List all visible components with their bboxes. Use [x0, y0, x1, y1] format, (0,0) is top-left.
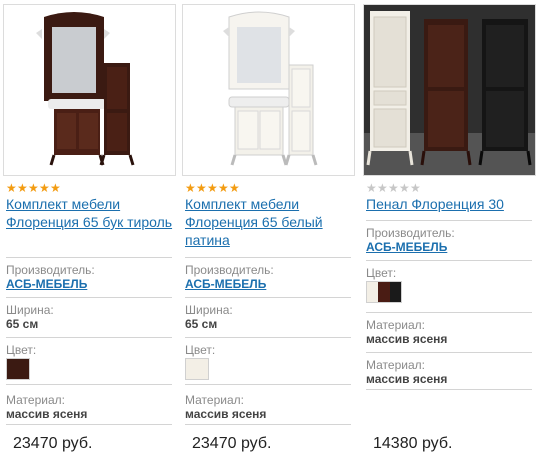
- color-swatch[interactable]: [6, 358, 30, 380]
- product-image[interactable]: [3, 4, 176, 176]
- star-icon: ★: [218, 181, 229, 195]
- color-swatch-black[interactable]: [389, 282, 401, 302]
- divider: [6, 297, 172, 298]
- width-value: 65 см: [6, 317, 39, 331]
- width-label: Ширина:: [6, 303, 54, 317]
- divider: [6, 384, 172, 385]
- product-title-link[interactable]: Комплект мебели Флоренция 65 бук тироль: [6, 195, 174, 231]
- divider: [6, 337, 172, 338]
- divider: [185, 297, 351, 298]
- divider: [366, 389, 532, 390]
- product-image[interactable]: [363, 4, 536, 176]
- product-title-link[interactable]: Пенал Флоренция 30: [366, 195, 534, 213]
- manufacturer-link[interactable]: АСБ-МЕБЕЛЬ: [185, 277, 266, 291]
- divider: [185, 257, 351, 258]
- color-swatch[interactable]: [185, 358, 209, 380]
- color-label: Цвет:: [6, 343, 37, 357]
- divider: [6, 424, 172, 425]
- material-value: массив ясеня: [366, 332, 448, 346]
- manufacturer-link[interactable]: АСБ-МЕБЕЛЬ: [6, 277, 87, 291]
- product-title-link[interactable]: Комплект мебели Флоренция 65 белый патин…: [185, 195, 353, 249]
- star-icon: ★: [410, 181, 421, 195]
- star-icon: ★: [185, 181, 196, 195]
- star-icon: ★: [207, 181, 218, 195]
- divider: [366, 312, 532, 313]
- width-label: Ширина:: [185, 303, 233, 317]
- star-icon: ★: [6, 181, 17, 195]
- star-icon: ★: [28, 181, 39, 195]
- divider: [366, 352, 532, 353]
- divider: [366, 220, 532, 221]
- material-value: массив ясеня: [366, 372, 448, 386]
- star-icon: ★: [366, 181, 377, 195]
- star-icon: ★: [39, 181, 50, 195]
- divider: [185, 337, 351, 338]
- product-card: ★★★★★ Комплект мебели Флоренция 65 белый…: [182, 0, 355, 457]
- manufacturer-link[interactable]: АСБ-МЕБЕЛЬ: [366, 240, 447, 254]
- color-label: Цвет:: [366, 266, 397, 280]
- product-card: ★★★★★ Комплект мебели Флоренция 65 бук т…: [3, 0, 176, 457]
- star-icon: ★: [388, 181, 399, 195]
- material-label: Материал:: [185, 393, 244, 407]
- color-swatch-group[interactable]: [366, 281, 402, 303]
- star-icon: ★: [196, 181, 207, 195]
- width-value: 65 см: [185, 317, 218, 331]
- divider: [366, 260, 532, 261]
- manufacturer-label: Производитель:: [366, 226, 455, 240]
- rating-stars: ★★★★★: [366, 179, 421, 195]
- product-image[interactable]: [182, 4, 355, 176]
- color-swatch-white[interactable]: [367, 282, 379, 302]
- divider: [185, 424, 351, 425]
- color-label: Цвет:: [185, 343, 216, 357]
- material-value: массив ясеня: [185, 407, 267, 421]
- star-icon: ★: [377, 181, 388, 195]
- divider: [6, 257, 172, 258]
- star-icon: ★: [229, 181, 240, 195]
- star-icon: ★: [17, 181, 28, 195]
- material-label: Материал:: [6, 393, 65, 407]
- material-value: массив ясеня: [6, 407, 88, 421]
- product-card: ★★★★★ Пенал Флоренция 30 Производитель: …: [363, 0, 536, 457]
- material-label: Материал:: [366, 358, 425, 372]
- price: 23470 руб.: [192, 435, 272, 452]
- price: 14380 руб.: [373, 435, 453, 452]
- manufacturer-label: Производитель:: [185, 263, 274, 277]
- manufacturer-label: Производитель:: [6, 263, 95, 277]
- rating-stars: ★★★★★: [6, 179, 61, 195]
- price: 23470 руб.: [13, 435, 93, 452]
- divider: [185, 384, 351, 385]
- color-swatch-brown[interactable]: [378, 282, 390, 302]
- star-icon: ★: [399, 181, 410, 195]
- star-icon: ★: [50, 181, 61, 195]
- rating-stars: ★★★★★: [185, 179, 240, 195]
- material-label: Материал:: [366, 318, 425, 332]
